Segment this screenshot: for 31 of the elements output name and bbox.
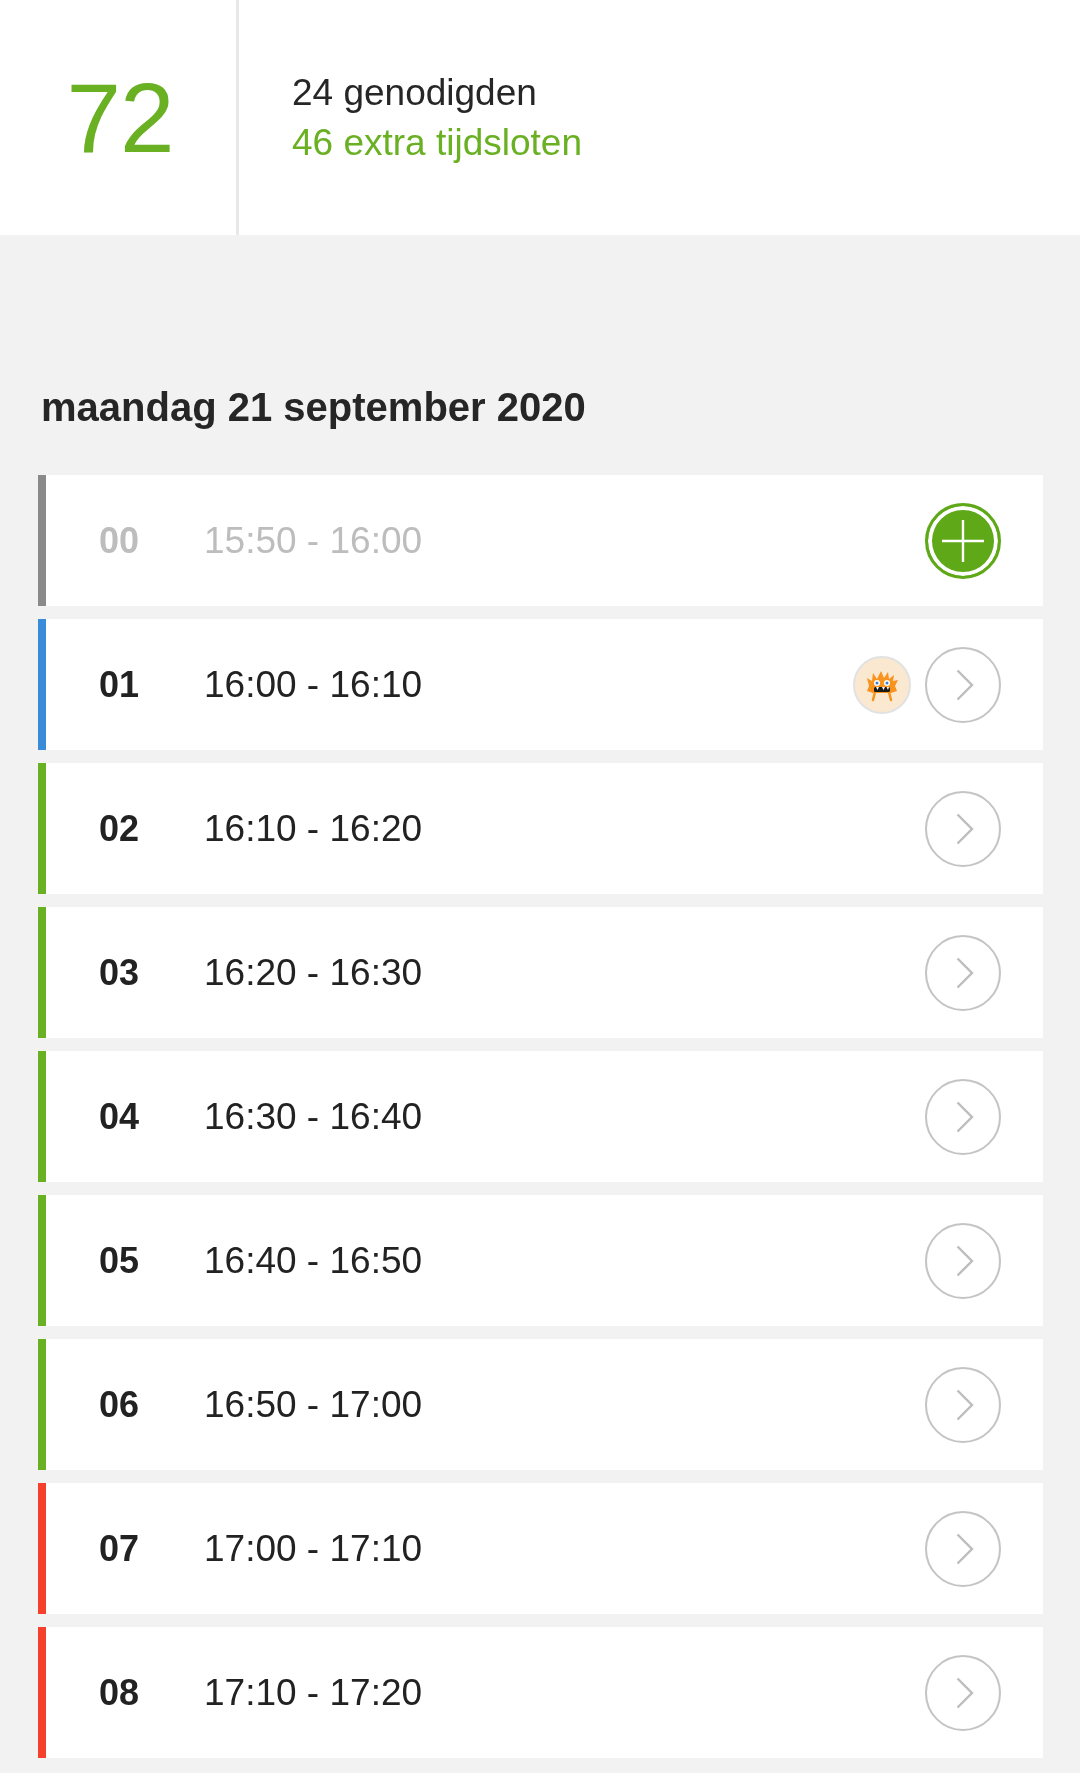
slot-time: 16:40 - 16:50	[204, 1239, 423, 1282]
slot-time: 15:50 - 16:00	[204, 519, 423, 562]
slot-time: 16:30 - 16:40	[204, 1095, 423, 1138]
total-count: 72	[66, 68, 174, 167]
slot-number: 06	[99, 1383, 141, 1426]
chevron-right-icon	[956, 1676, 974, 1709]
chevron-right-icon	[956, 1532, 974, 1565]
slot-time: 17:00 - 17:10	[204, 1527, 423, 1570]
slot-time: 17:10 - 17:20	[204, 1671, 423, 1714]
invited-count: 24 genodigden	[292, 70, 538, 115]
chevron-right-icon	[956, 1100, 974, 1133]
chevron-right-icon	[956, 812, 974, 845]
chevron-right-icon	[956, 1388, 974, 1421]
plus-icon	[942, 519, 984, 562]
chevron-right-icon	[956, 1244, 974, 1277]
extra-slots-count: 46 extra tijdsloten	[292, 120, 582, 165]
slot-number: 04	[99, 1095, 141, 1138]
chevron-right-icon	[956, 956, 974, 989]
slot-number: 05	[99, 1239, 141, 1282]
slot-time: 16:00 - 16:10	[204, 663, 423, 706]
slot-number: 07	[99, 1527, 141, 1570]
slot-number: 08	[99, 1671, 141, 1714]
date-heading: maandag 21 september 2020	[41, 384, 587, 431]
slot-number: 00	[99, 519, 141, 562]
chevron-right-icon	[956, 668, 974, 701]
slot-time: 16:10 - 16:20	[204, 807, 423, 850]
slot-time: 16:20 - 16:30	[204, 951, 423, 994]
slot-number: 01	[99, 663, 141, 706]
slot-number: 02	[99, 807, 141, 850]
slot-number: 03	[99, 951, 141, 994]
slot-time: 16:50 - 17:00	[204, 1383, 423, 1426]
